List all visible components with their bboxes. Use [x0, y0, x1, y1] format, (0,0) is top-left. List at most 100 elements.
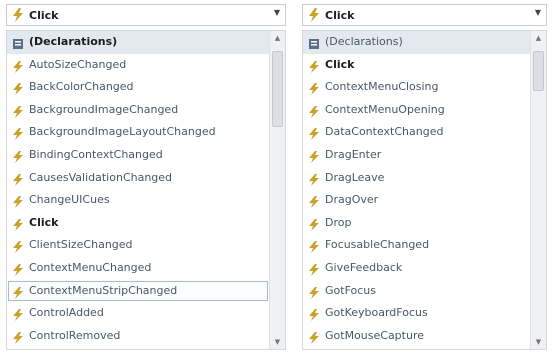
scroll-thumb[interactable] — [272, 51, 283, 127]
list-item[interactable]: ChangeUICues — [7, 189, 269, 212]
event-icon — [308, 217, 320, 231]
right-member-rows: (Declarations) Click ContextMenuClosing Con… — [303, 31, 530, 349]
event-icon — [308, 262, 320, 276]
list-item-label: DragOver — [325, 193, 379, 207]
list-item-label: ControlAdded — [29, 306, 104, 320]
event-icon — [12, 330, 24, 344]
event-icon — [12, 126, 24, 141]
event-icon — [308, 81, 320, 96]
left-combo-text: Click — [29, 9, 59, 22]
right-member-combo[interactable]: Click ▼ — [302, 4, 547, 26]
list-item[interactable]: CausesValidationChanged — [7, 167, 269, 190]
event-icon — [308, 126, 320, 141]
event-icon — [12, 262, 24, 276]
scroll-up-icon[interactable]: ▲ — [531, 31, 546, 45]
list-item[interactable]: GotFocus — [303, 280, 530, 303]
list-item-label: ChangeUICues — [29, 193, 110, 207]
list-item-label: ContextMenuClosing — [325, 80, 439, 94]
event-icon — [12, 104, 24, 118]
list-item-label: GiveFeedback — [325, 260, 403, 274]
event-icon — [308, 239, 320, 254]
list-item[interactable]: (Declarations) — [303, 31, 530, 54]
event-icon — [308, 149, 320, 163]
list-item[interactable]: DragLeave — [303, 167, 530, 190]
list-item-label: ContextMenuChanged — [29, 260, 152, 274]
list-item-label: DragEnter — [325, 147, 382, 161]
chevron-down-icon[interactable]: ▼ — [274, 8, 280, 17]
list-item[interactable]: FocusableChanged — [303, 234, 530, 257]
list-item-label: BackgroundImageLayoutChanged — [29, 125, 216, 139]
right-member-list: (Declarations) Click ContextMenuClosing Con… — [302, 30, 547, 350]
event-icon — [308, 307, 320, 322]
list-item-label: GotFocus — [325, 283, 376, 297]
list-item-label: ControlRemoved — [29, 328, 121, 342]
left-scrollbar[interactable]: ▲ ▼ — [269, 31, 285, 349]
left-member-panel: Click ▼ (Declarations) AutoSizeChanged Bac… — [6, 4, 286, 350]
list-item[interactable]: (Declarations) — [7, 31, 269, 54]
event-icon — [308, 194, 320, 209]
lightning-event-icon — [12, 8, 24, 25]
list-item-label: DataContextChanged — [325, 125, 444, 139]
event-icon — [308, 59, 320, 73]
list-item-label: ClientSizeChanged — [29, 238, 133, 252]
list-item-label: ContextMenuStripChanged — [29, 283, 178, 297]
event-icon — [308, 104, 320, 118]
list-item[interactable]: Click — [7, 212, 269, 235]
event-icon — [12, 239, 24, 254]
list-item-label: GotKeyboardFocus — [325, 306, 428, 320]
list-item[interactable]: BackgroundImageChanged — [7, 99, 269, 122]
list-item-label: (Declarations) — [325, 35, 403, 48]
list-item[interactable]: GiveFeedback — [303, 257, 530, 280]
left-member-combo[interactable]: Click ▼ — [6, 4, 286, 26]
list-item-label: Click — [29, 215, 59, 229]
list-item[interactable]: ControlRemoved — [7, 325, 269, 348]
event-icon — [308, 330, 320, 344]
list-item[interactable]: BindingContextChanged — [7, 144, 269, 167]
list-item[interactable]: GotMouseCapture — [303, 325, 530, 348]
scroll-up-icon[interactable]: ▲ — [270, 31, 285, 45]
list-item-label: ContextMenuOpening — [325, 102, 445, 116]
right-scrollbar[interactable]: ▲ ▼ — [530, 31, 546, 349]
list-item[interactable]: DataContextChanged — [303, 121, 530, 144]
list-item[interactable]: ContextMenuOpening — [303, 99, 530, 122]
list-item[interactable]: BackgroundImageLayoutChanged — [7, 121, 269, 144]
right-member-panel: Click ▼ (Declarations) Click ContextMenuCl… — [302, 4, 547, 350]
list-item[interactable]: ClientSizeChanged — [7, 234, 269, 257]
list-item-label: FocusableChanged — [325, 238, 430, 252]
scroll-down-icon[interactable]: ▼ — [270, 335, 285, 349]
list-item-label: CausesValidationChanged — [29, 170, 173, 184]
event-icon — [308, 285, 320, 299]
list-item[interactable]: ControlAdded — [7, 302, 269, 325]
right-combo-text: Click — [325, 9, 355, 22]
event-icon — [12, 172, 24, 186]
event-icon — [12, 81, 24, 96]
scroll-down-icon[interactable]: ▼ — [531, 335, 546, 349]
event-icon — [12, 194, 24, 209]
list-item[interactable]: ContextMenuClosing — [303, 76, 530, 99]
declarations-icon — [12, 36, 24, 49]
list-item[interactable]: BackColorChanged — [7, 76, 269, 99]
lightning-event-icon — [308, 8, 320, 25]
chevron-down-icon[interactable]: ▼ — [535, 8, 541, 17]
event-icon — [12, 59, 24, 73]
list-item[interactable]: DragEnter — [303, 144, 530, 167]
left-member-list: (Declarations) AutoSizeChanged BackColorCh… — [6, 30, 286, 350]
list-item-label: DragLeave — [325, 170, 385, 184]
list-item[interactable]: ContextMenuChanged — [7, 257, 269, 280]
list-item-label: (Declarations) — [29, 35, 118, 48]
list-item[interactable]: Drop — [303, 212, 530, 235]
scroll-thumb[interactable] — [533, 51, 544, 91]
list-item-label: Click — [325, 57, 355, 71]
list-item-label: BackgroundImageChanged — [29, 102, 179, 116]
list-item[interactable]: DragOver — [303, 189, 530, 212]
event-icon — [12, 217, 24, 231]
left-member-rows: (Declarations) AutoSizeChanged BackColorCh… — [7, 31, 269, 349]
list-item[interactable]: Click — [303, 54, 530, 77]
list-item[interactable]: GotKeyboardFocus — [303, 302, 530, 325]
list-item[interactable]: ContextMenuStripChanged — [7, 279, 269, 303]
list-item-label: BindingContextChanged — [29, 147, 163, 161]
event-icon — [308, 172, 320, 186]
list-item[interactable]: AutoSizeChanged — [7, 54, 269, 77]
declarations-icon — [308, 36, 320, 49]
list-item-label: AutoSizeChanged — [29, 57, 127, 71]
